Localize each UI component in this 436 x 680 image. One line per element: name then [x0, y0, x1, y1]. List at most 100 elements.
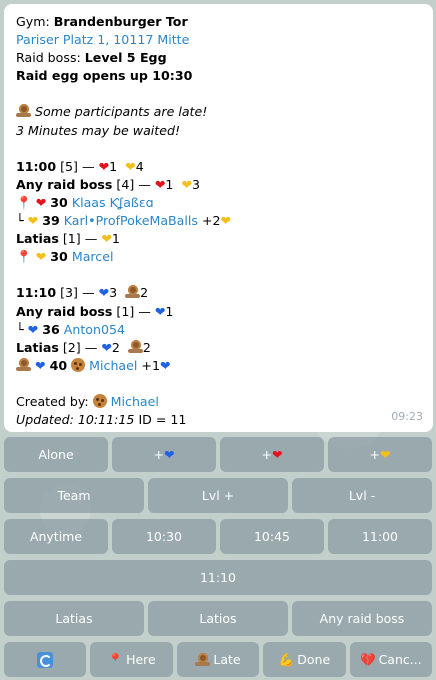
time-1100-button[interactable]: 11:00 — [328, 519, 432, 554]
latias-button[interactable]: Latias — [4, 601, 144, 636]
red-count: 1 — [109, 158, 118, 174]
yellow-count: 4 — [135, 158, 144, 174]
participant-extra: +1 — [141, 357, 160, 373]
participant-level: 39 — [42, 213, 60, 229]
creator-link[interactable]: Michael — [111, 394, 159, 409]
slot-1100-header: 11:00 [5] — ❤1 ❤4 — [16, 158, 421, 176]
flexed-bicep-icon: 💪 — [278, 651, 295, 667]
boss-label: Latias — [16, 339, 59, 355]
yellow-heart-icon: ❤ — [220, 213, 232, 229]
add-red-button[interactable]: + ❤ — [220, 437, 324, 472]
participant-level: 36 — [42, 321, 60, 337]
participant-level: 40 — [49, 357, 68, 373]
yellow-heart-icon: ❤ — [27, 213, 39, 229]
yellow-heart-icon: ❤ — [380, 447, 391, 462]
keyboard-row-4: 11:10 — [4, 560, 432, 595]
boss-count: [1] — — [116, 303, 151, 319]
late-note-text-1: Some participants are late! — [35, 104, 208, 120]
red-count: 1 — [165, 176, 174, 192]
gym-line: Gym: Brandenburger Tor — [16, 13, 421, 31]
snail-icon — [127, 339, 143, 353]
participant-link[interactable]: Michael — [89, 358, 137, 373]
raid-boss-value: Level 5 Egg — [84, 50, 167, 66]
participant-row: └ ❤ 36 Anton054 — [16, 321, 421, 339]
level-up-button[interactable]: Lvl + — [148, 478, 288, 513]
blue-count: 3 — [109, 285, 118, 301]
add-blue-button[interactable]: + ❤ — [112, 437, 216, 472]
late-count: 2 — [142, 339, 151, 355]
snail-icon — [16, 104, 31, 118]
corner-marker: └ — [16, 321, 24, 337]
boss-count: [1] — — [62, 231, 98, 247]
participant-link[interactable]: Karl•ProfPokeMaBalls — [64, 213, 198, 228]
participant-row: ❤ 40 Michael +1❤ — [16, 357, 421, 375]
boss-count: [2] — — [62, 339, 98, 355]
refresh-button[interactable] — [4, 642, 87, 677]
red-heart-icon: ❤ — [272, 447, 283, 462]
latios-button[interactable]: Latios — [148, 601, 288, 636]
participant-level: 30 — [50, 249, 68, 265]
late-button[interactable]: Late — [176, 642, 260, 677]
blue-heart-icon: ❤ — [27, 321, 39, 337]
blue-heart-icon: ❤ — [154, 303, 166, 319]
participant-link[interactable]: Anton054 — [64, 322, 125, 337]
refresh-icon — [37, 651, 54, 668]
broken-heart-icon: 💔 — [359, 651, 376, 667]
slot-time: 11:00 — [16, 158, 57, 174]
participant-row: 📍 ❤ 30 Marcel — [16, 248, 421, 266]
egg-opens-line: Raid egg opens up 10:30 — [16, 68, 193, 84]
participant-link[interactable]: Klaas Ƙʆaßɛɑ — [72, 195, 154, 210]
here-button[interactable]: 📍 Here — [90, 642, 173, 677]
button-label: + — [153, 447, 164, 462]
blue-heart-icon: ❤ — [164, 447, 175, 462]
keyboard-row-5: Latias Latios Any raid boss — [4, 601, 432, 636]
button-label: Done — [297, 652, 331, 667]
slot-time: 11:10 — [16, 285, 57, 301]
button-label: Here — [126, 652, 156, 667]
pin-icon: 📍 — [107, 651, 124, 667]
late-note-1: Some participants are late! — [16, 103, 421, 121]
snail-icon — [125, 285, 141, 299]
level-down-button[interactable]: Lvl - — [292, 478, 432, 513]
time-1110-button[interactable]: 11:10 — [4, 560, 432, 595]
boss-label: Any raid boss — [16, 303, 113, 319]
keyboard-row-1: Alone + ❤ + ❤ + ❤ — [4, 437, 432, 472]
gym-name: Brandenburger Tor — [53, 14, 188, 29]
button-label: Alone — [38, 447, 74, 462]
created-by-label: Created by: — [16, 393, 89, 409]
keyboard-row-6: 📍 Here Late 💪 Done 💔 Canc... — [4, 642, 433, 677]
button-label: Canc... — [378, 652, 422, 667]
blue-heart-icon: ❤ — [98, 285, 110, 301]
add-yellow-button[interactable]: + ❤ — [328, 437, 432, 472]
red-heart-icon: ❤ — [98, 158, 110, 174]
slot-1100-latias: Latias [1] — ❤1 — [16, 230, 421, 248]
cookie-icon — [71, 357, 86, 372]
gym-label: Gym: — [16, 14, 50, 29]
time-1045-button[interactable]: 10:45 — [220, 519, 324, 554]
alone-button[interactable]: Alone — [4, 437, 108, 472]
slot-1110-any-raid-boss: Any raid boss [1] — ❤1 — [16, 303, 421, 321]
time-1030-button[interactable]: 10:30 — [112, 519, 216, 554]
updated-text: Updated: 10:11:15 — [16, 412, 135, 428]
boss-label: Latias — [16, 231, 59, 247]
pin-icon: 📍 — [16, 194, 32, 210]
red-heart-icon: ❤ — [35, 194, 47, 210]
anytime-button[interactable]: Anytime — [4, 519, 108, 554]
yellow-heart-icon: ❤ — [181, 176, 193, 192]
gym-address-link[interactable]: Pariser Platz 1, 10117 Mitte — [16, 31, 421, 49]
participant-link[interactable]: Marcel — [72, 249, 114, 264]
team-button[interactable]: Team — [4, 478, 144, 513]
created-by-line: Created by: Michael — [16, 393, 421, 411]
cancel-button[interactable]: 💔 Canc... — [349, 642, 433, 677]
button-label: Late — [213, 652, 241, 667]
any-raid-boss-button[interactable]: Any raid boss — [292, 601, 432, 636]
raid-boss-label: Raid boss: — [16, 50, 81, 66]
red-heart-icon: ❤ — [154, 176, 166, 192]
keyboard-row-2: Team Lvl + Lvl - — [4, 478, 432, 513]
slot-count: [5] — — [60, 158, 95, 174]
raid-boss-line: Raid boss: Level 5 Egg — [16, 49, 421, 67]
participant-level: 30 — [50, 194, 68, 210]
done-button[interactable]: 💪 Done — [263, 642, 346, 677]
slot-count: [3] — — [60, 285, 95, 301]
blue-heart-icon: ❤ — [160, 357, 171, 373]
